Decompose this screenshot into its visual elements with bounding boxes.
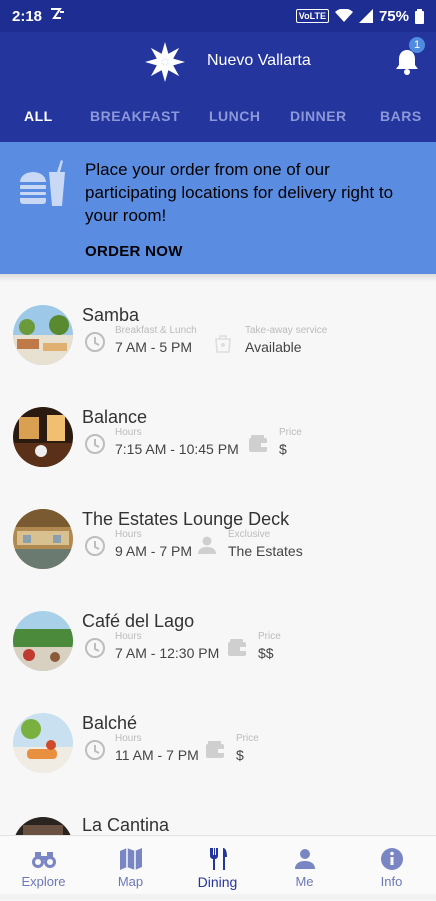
tab-dinner[interactable]: DINNER	[290, 108, 347, 124]
nav-explore[interactable]: Explore	[0, 836, 87, 901]
promo-text: Place your order from one of our partici…	[85, 160, 394, 225]
clock-icon	[85, 434, 105, 454]
nav-me[interactable]: Me	[261, 836, 348, 901]
restaurant-photo	[13, 611, 73, 671]
restaurant-name: Balance	[82, 407, 148, 427]
restaurant-name: Samba	[82, 305, 140, 325]
order-now-button[interactable]: ORDER NOW	[85, 243, 183, 260]
clock-icon	[85, 740, 105, 760]
extra-label: Price	[279, 427, 302, 438]
hours-label: Hours	[115, 427, 142, 438]
restaurant-item-cafe-del-lago[interactable]: Café del Lago Hours 7 AM - 12:30 PM Pric…	[0, 608, 436, 708]
wallet-icon	[228, 639, 246, 656]
restaurant-photo	[13, 713, 73, 773]
takeaway-icon	[215, 335, 231, 353]
tab-breakfast[interactable]: BREAKFAST	[90, 108, 180, 124]
nav-label: Me	[295, 874, 314, 889]
tab-all[interactable]: ALL	[24, 108, 53, 124]
restaurant-name: La Cantina	[82, 815, 170, 835]
nav-label: Explore	[21, 874, 66, 889]
restaurant-item-la-cantina[interactable]: La Cantina	[0, 812, 436, 835]
extra-value: The Estates	[228, 543, 303, 559]
extra-value: $	[236, 747, 244, 763]
hours-label: Hours	[115, 733, 142, 744]
hours-value: 7 AM - 12:30 PM	[115, 645, 220, 661]
extra-label: Price	[258, 631, 281, 642]
restaurant-name: Balché	[82, 713, 138, 733]
extra-value: $$	[258, 645, 274, 661]
map-icon	[120, 848, 142, 870]
nav-info[interactable]: Info	[348, 836, 435, 901]
restaurant-item-balance[interactable]: Balance Hours 7:15 AM - 10:45 PM Price $	[0, 404, 436, 504]
wallet-icon	[249, 435, 267, 452]
binoculars-icon	[32, 852, 56, 868]
resort-logo-icon	[145, 42, 185, 82]
restaurant-item-samba[interactable]: Samba Breakfast & Lunch 7 AM - 5 PM Take…	[0, 302, 436, 402]
hours-value: 11 AM - 7 PM	[115, 747, 199, 763]
meal-tabs: ALL BREAKFAST LUNCH DINNER BARS	[0, 92, 436, 142]
person-icon	[295, 849, 315, 869]
extra-label: Take-away service	[245, 325, 328, 336]
signal-icon	[358, 9, 373, 23]
resort-name[interactable]: Nuevo Vallarta	[207, 52, 311, 70]
nav-dining[interactable]: Dining	[174, 836, 261, 901]
extra-value: $	[279, 441, 287, 457]
nav-label: Dining	[197, 874, 238, 890]
wifi-icon	[334, 9, 353, 22]
system-nav-bar	[0, 894, 436, 900]
restaurant-name: Café del Lago	[82, 611, 195, 631]
extra-value: Available	[245, 339, 302, 355]
dining-icon	[210, 848, 227, 870]
hours-value: 9 AM - 7 PM	[115, 543, 193, 559]
clock-icon	[85, 536, 105, 556]
hours-value: 7 AM - 5 PM	[115, 339, 193, 355]
tab-bars[interactable]: BARS	[380, 108, 422, 124]
battery-percent: 75%	[378, 7, 409, 25]
hours-label: Hours	[115, 631, 142, 642]
clock-icon	[85, 332, 105, 352]
restaurant-list: Samba Breakfast & Lunch 7 AM - 5 PM Take…	[0, 282, 436, 835]
fast-food-icon	[20, 160, 65, 206]
wallet-icon	[206, 741, 224, 758]
clock-icon	[85, 638, 105, 658]
bottom-navigation: Explore Map Dining Me Info	[0, 835, 436, 900]
hours-label: Breakfast & Lunch	[115, 325, 197, 336]
restaurant-name: The Estates Lounge Deck	[82, 509, 290, 529]
restaurant-item-estates-lounge[interactable]: The Estates Lounge Deck Hours 9 AM - 7 P…	[0, 506, 436, 606]
divider	[0, 274, 436, 282]
restaurant-photo	[13, 305, 73, 365]
restaurant-photo	[13, 509, 73, 569]
restaurant-photo	[13, 817, 73, 835]
app-notification-icon	[50, 7, 66, 25]
status-bar: 2:18 VoLTE 75%	[0, 0, 436, 32]
info-icon	[381, 848, 403, 870]
hours-value: 7:15 AM - 10:45 PM	[115, 441, 239, 457]
notification-badge: 1	[409, 37, 425, 53]
battery-icon	[415, 8, 424, 24]
restaurant-item-balche[interactable]: Balché Hours 11 AM - 7 PM Price $	[0, 710, 436, 810]
nav-label: Map	[117, 874, 144, 889]
tab-lunch[interactable]: LUNCH	[209, 108, 261, 124]
nav-map[interactable]: Map	[87, 836, 174, 901]
status-time: 2:18	[12, 7, 43, 25]
volte-indicator: VoLTE	[295, 9, 329, 23]
nav-label: Info	[380, 874, 403, 889]
hours-label: Hours	[115, 529, 142, 540]
person-icon	[198, 536, 216, 554]
restaurant-photo	[13, 407, 73, 467]
extra-label: Price	[236, 733, 259, 744]
extra-label: Exclusive	[228, 529, 271, 540]
